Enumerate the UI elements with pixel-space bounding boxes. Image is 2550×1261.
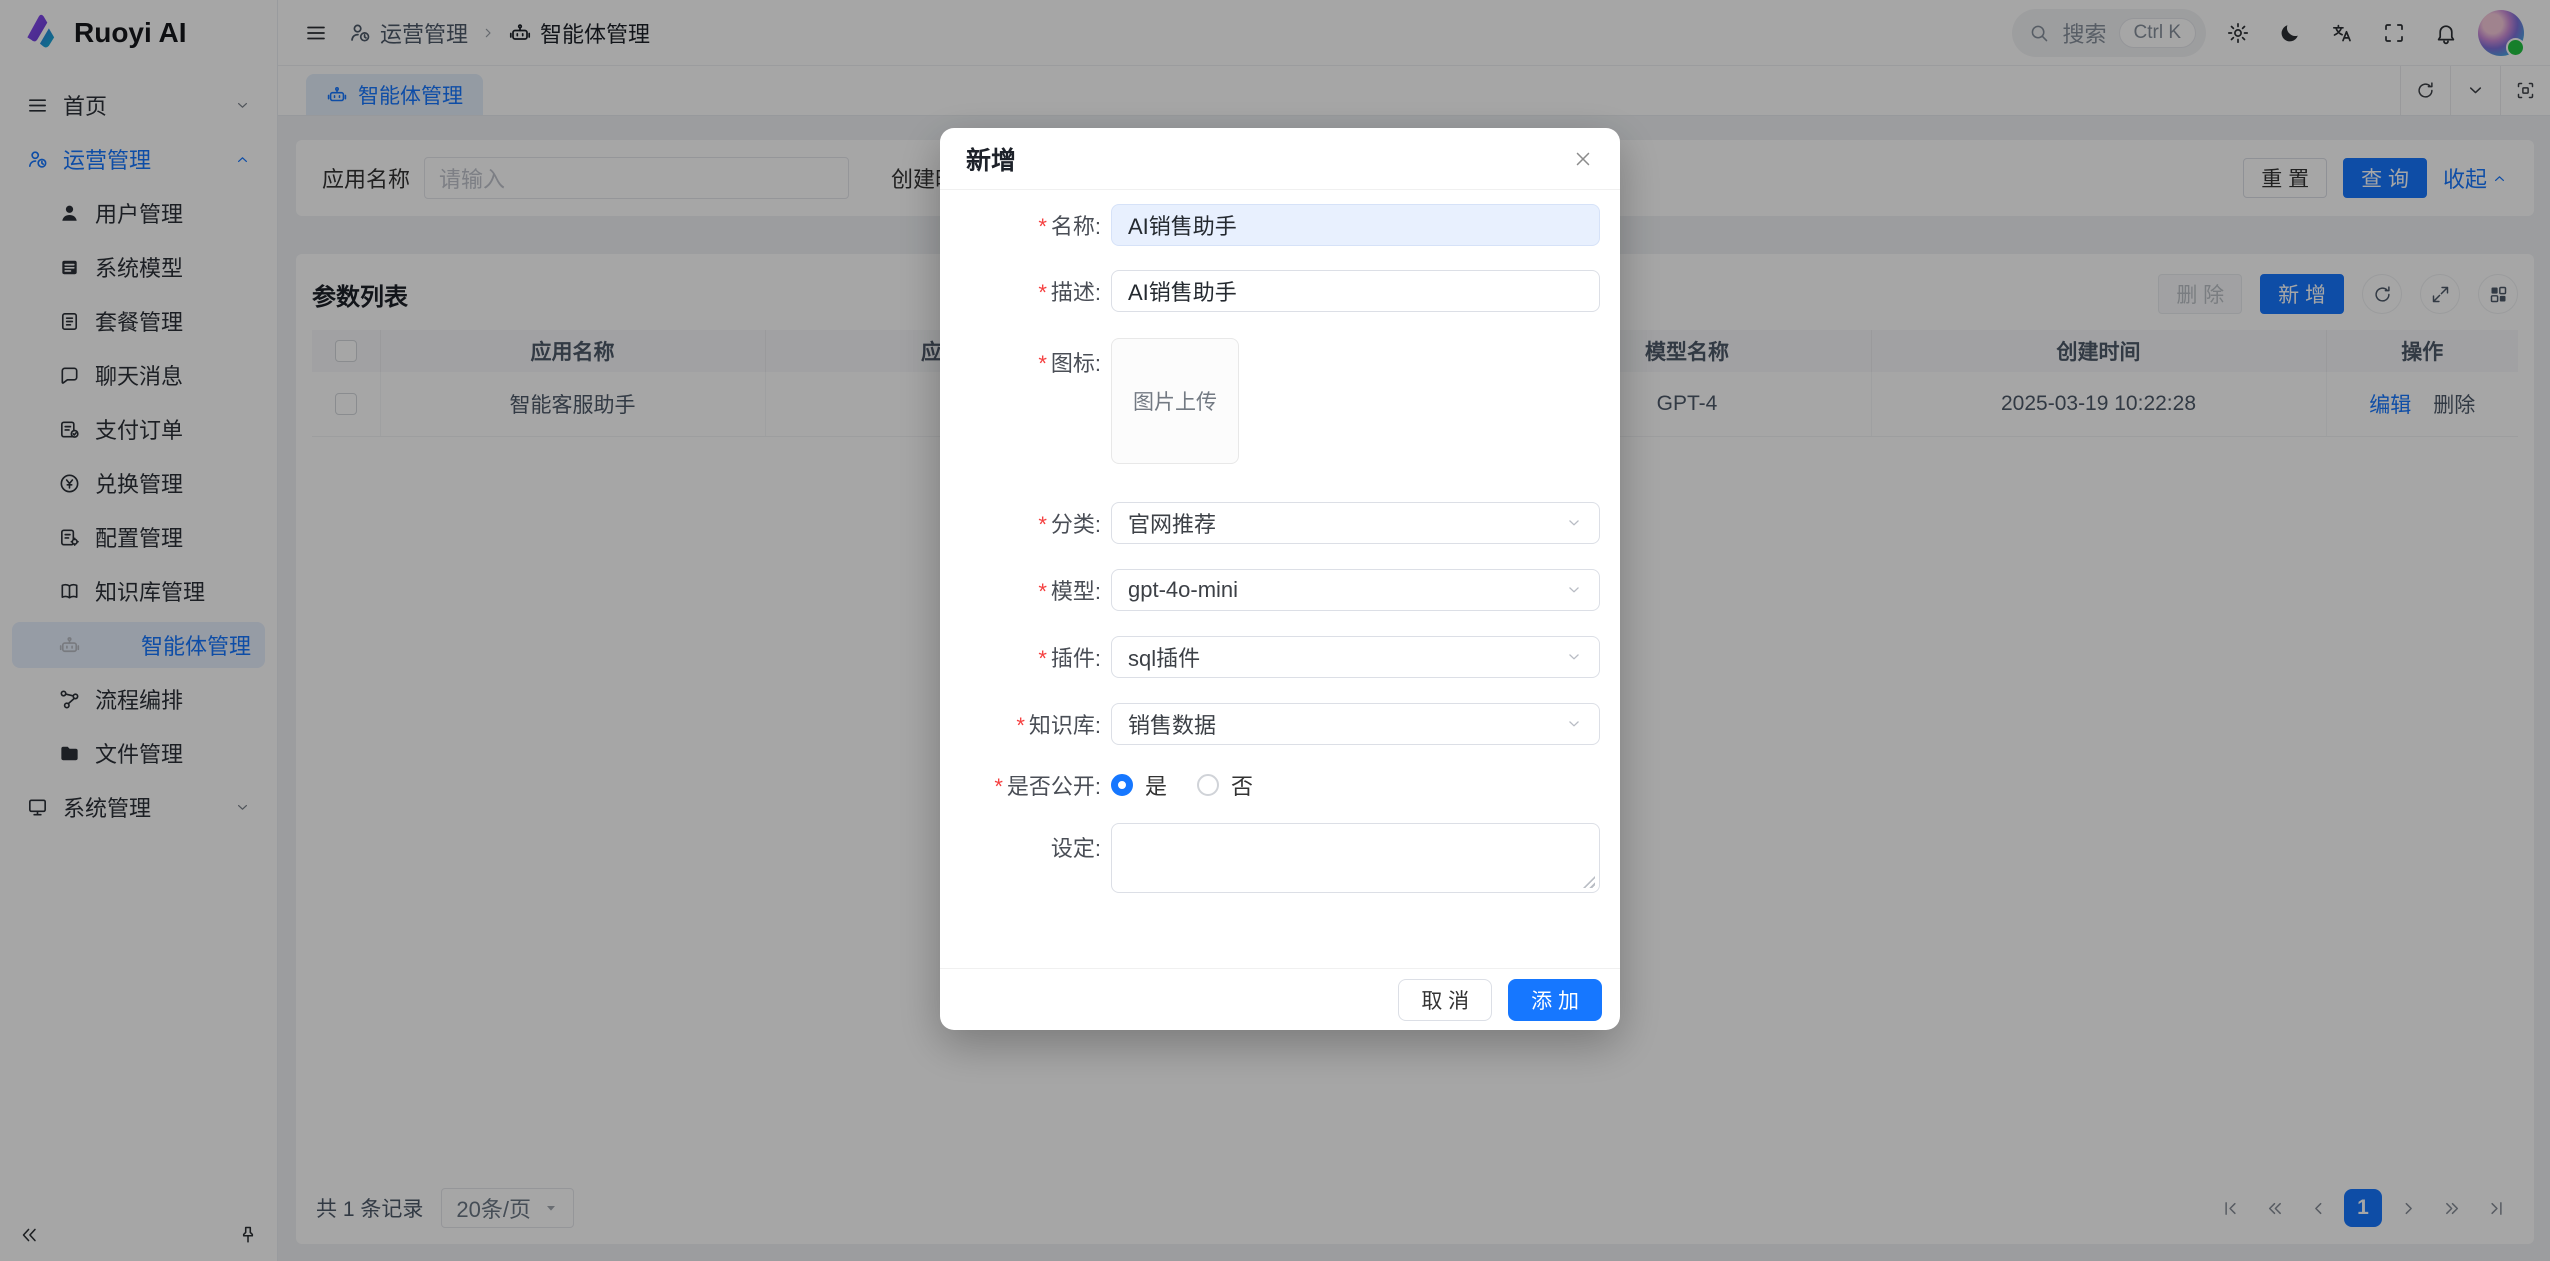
add-dialog: 新增 *名称:AI销售助手*描述:AI销售助手*图标:图片上传*分类:官网推荐*… <box>940 128 1620 1030</box>
radio-label: 是 <box>1145 769 1167 801</box>
select-value: 销售数据 <box>1128 708 1216 740</box>
radio-option[interactable]: 否 <box>1197 769 1253 801</box>
radio-label: 否 <box>1231 769 1253 801</box>
field-label: *插件: <box>940 641 1111 673</box>
form-row-2: *图标:图片上传 <box>940 338 1620 464</box>
dialog-title: 新增 <box>966 141 1016 177</box>
field-label: *知识库: <box>940 708 1111 740</box>
form-row-1: *描述:AI销售助手 <box>940 270 1620 312</box>
dialog-footer: 取 消 添 加 <box>940 968 1620 1030</box>
radio-checked-icon <box>1111 774 1133 796</box>
required-asterisk: * <box>1016 713 1025 738</box>
dialog-header: 新增 <box>940 128 1620 190</box>
描述-input[interactable]: AI销售助手 <box>1111 270 1600 312</box>
field-label: *名称: <box>940 209 1111 241</box>
form-row-0: *名称:AI销售助手 <box>940 204 1620 246</box>
设定-textarea[interactable] <box>1111 823 1600 893</box>
field-label: *分类: <box>940 507 1111 539</box>
required-asterisk: * <box>1038 351 1047 376</box>
form-row-6: *知识库: 销售数据 <box>940 703 1620 745</box>
required-asterisk: * <box>1038 512 1047 537</box>
select-value: sql插件 <box>1128 641 1200 673</box>
名称-input[interactable]: AI销售助手 <box>1111 204 1600 246</box>
close-icon[interactable] <box>1572 148 1594 170</box>
form-row-5: *插件: sql插件 <box>940 636 1620 678</box>
submit-button[interactable]: 添 加 <box>1508 979 1602 1021</box>
form-row-8: 设定: <box>940 823 1620 893</box>
知识库-select[interactable]: 销售数据 <box>1111 703 1600 745</box>
required-asterisk: * <box>1038 280 1047 305</box>
select-value: gpt-4o-mini <box>1128 577 1238 603</box>
field-label: *是否公开: <box>940 769 1111 801</box>
field-label: *描述: <box>940 275 1111 307</box>
form-row-4: *模型: gpt-4o-mini <box>940 569 1620 611</box>
radio-option[interactable]: 是 <box>1111 769 1167 801</box>
field-label: *模型: <box>940 574 1111 606</box>
form-row-3: *分类: 官网推荐 <box>940 502 1620 544</box>
插件-select[interactable]: sql插件 <box>1111 636 1600 678</box>
分类-select[interactable]: 官网推荐 <box>1111 502 1600 544</box>
radio-group: 是否 <box>1111 769 1600 801</box>
required-asterisk: * <box>1038 646 1047 671</box>
select-value: 官网推荐 <box>1128 507 1216 539</box>
required-asterisk: * <box>994 774 1003 799</box>
form-row-7: *是否公开:是否 <box>940 769 1620 801</box>
required-asterisk: * <box>1038 579 1047 604</box>
dialog-body: *名称:AI销售助手*描述:AI销售助手*图标:图片上传*分类:官网推荐*模型:… <box>940 190 1620 968</box>
radio-unchecked-icon <box>1197 774 1219 796</box>
field-label: 设定: <box>940 823 1111 863</box>
image-upload-button[interactable]: 图片上传 <box>1111 338 1239 464</box>
field-label: *图标: <box>940 338 1111 378</box>
模型-select[interactable]: gpt-4o-mini <box>1111 569 1600 611</box>
required-asterisk: * <box>1038 214 1047 239</box>
cancel-button[interactable]: 取 消 <box>1398 979 1492 1021</box>
